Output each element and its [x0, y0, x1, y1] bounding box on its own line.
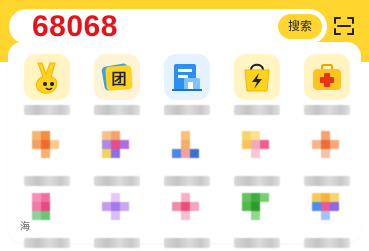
pixelated-icon: [24, 187, 70, 233]
grid-tile-row3-4[interactable]: [228, 187, 286, 251]
grid-tile-row3-5[interactable]: [298, 187, 356, 251]
tile-label: [24, 176, 70, 186]
grid-tile-medical[interactable]: [298, 54, 356, 118]
footer-partial-text: 海: [20, 222, 30, 233]
tile-label: [304, 105, 350, 115]
pixelated-icon: [304, 187, 350, 233]
tile-label: [24, 105, 70, 115]
grid-tile-row2-5[interactable]: [298, 125, 356, 189]
grid-tile-group-buy[interactable]: 团: [88, 54, 146, 118]
pixelated-icon: [304, 125, 350, 171]
tile-label: [234, 105, 280, 115]
tile-label: [94, 238, 140, 248]
pixelated-icon: [234, 187, 280, 233]
storefront-icon: [164, 54, 210, 100]
services-grid: 团: [8, 42, 361, 248]
tile-label: [234, 238, 280, 248]
tile-label: [94, 176, 140, 186]
tile-label: [164, 176, 210, 186]
pixelated-icon: [164, 187, 210, 233]
grid-tile-mascot[interactable]: [18, 54, 76, 118]
grid-tile-row2-3[interactable]: [158, 125, 216, 189]
group-buy-char: 团: [111, 70, 126, 88]
tile-label: [94, 105, 140, 115]
tile-label: [304, 176, 350, 186]
tile-label: [24, 238, 70, 248]
search-button[interactable]: 搜索: [278, 14, 322, 39]
grid-tile-row2-2[interactable]: [88, 125, 146, 189]
grid-tile-store[interactable]: [158, 54, 216, 118]
grid-tile-flash-shop[interactable]: [228, 54, 286, 118]
grid-tile-row2-4[interactable]: [228, 125, 286, 189]
grid-tile-row3-2[interactable]: [88, 187, 146, 251]
tile-label: [234, 176, 280, 186]
scan-icon[interactable]: [333, 15, 355, 37]
pixelated-icon: [24, 125, 70, 171]
pixelated-icon: [94, 187, 140, 233]
grid-tile-row3-3[interactable]: [158, 187, 216, 251]
grid-tile-row2-1[interactable]: [18, 125, 76, 189]
tile-label: [304, 238, 350, 248]
search-query-text[interactable]: 68068: [32, 11, 118, 43]
tile-label: [164, 238, 210, 248]
group-buy-icon: 团: [94, 54, 140, 100]
pixelated-icon: [164, 125, 210, 171]
pixelated-icon: [234, 125, 280, 171]
search-bar[interactable]: 68068 搜索: [9, 9, 327, 44]
medical-kit-icon: [304, 54, 350, 100]
flash-shopping-bag-icon: [234, 54, 280, 100]
tile-label: [164, 105, 210, 115]
app-mascot-icon: [24, 54, 70, 100]
pixelated-icon: [94, 125, 140, 171]
